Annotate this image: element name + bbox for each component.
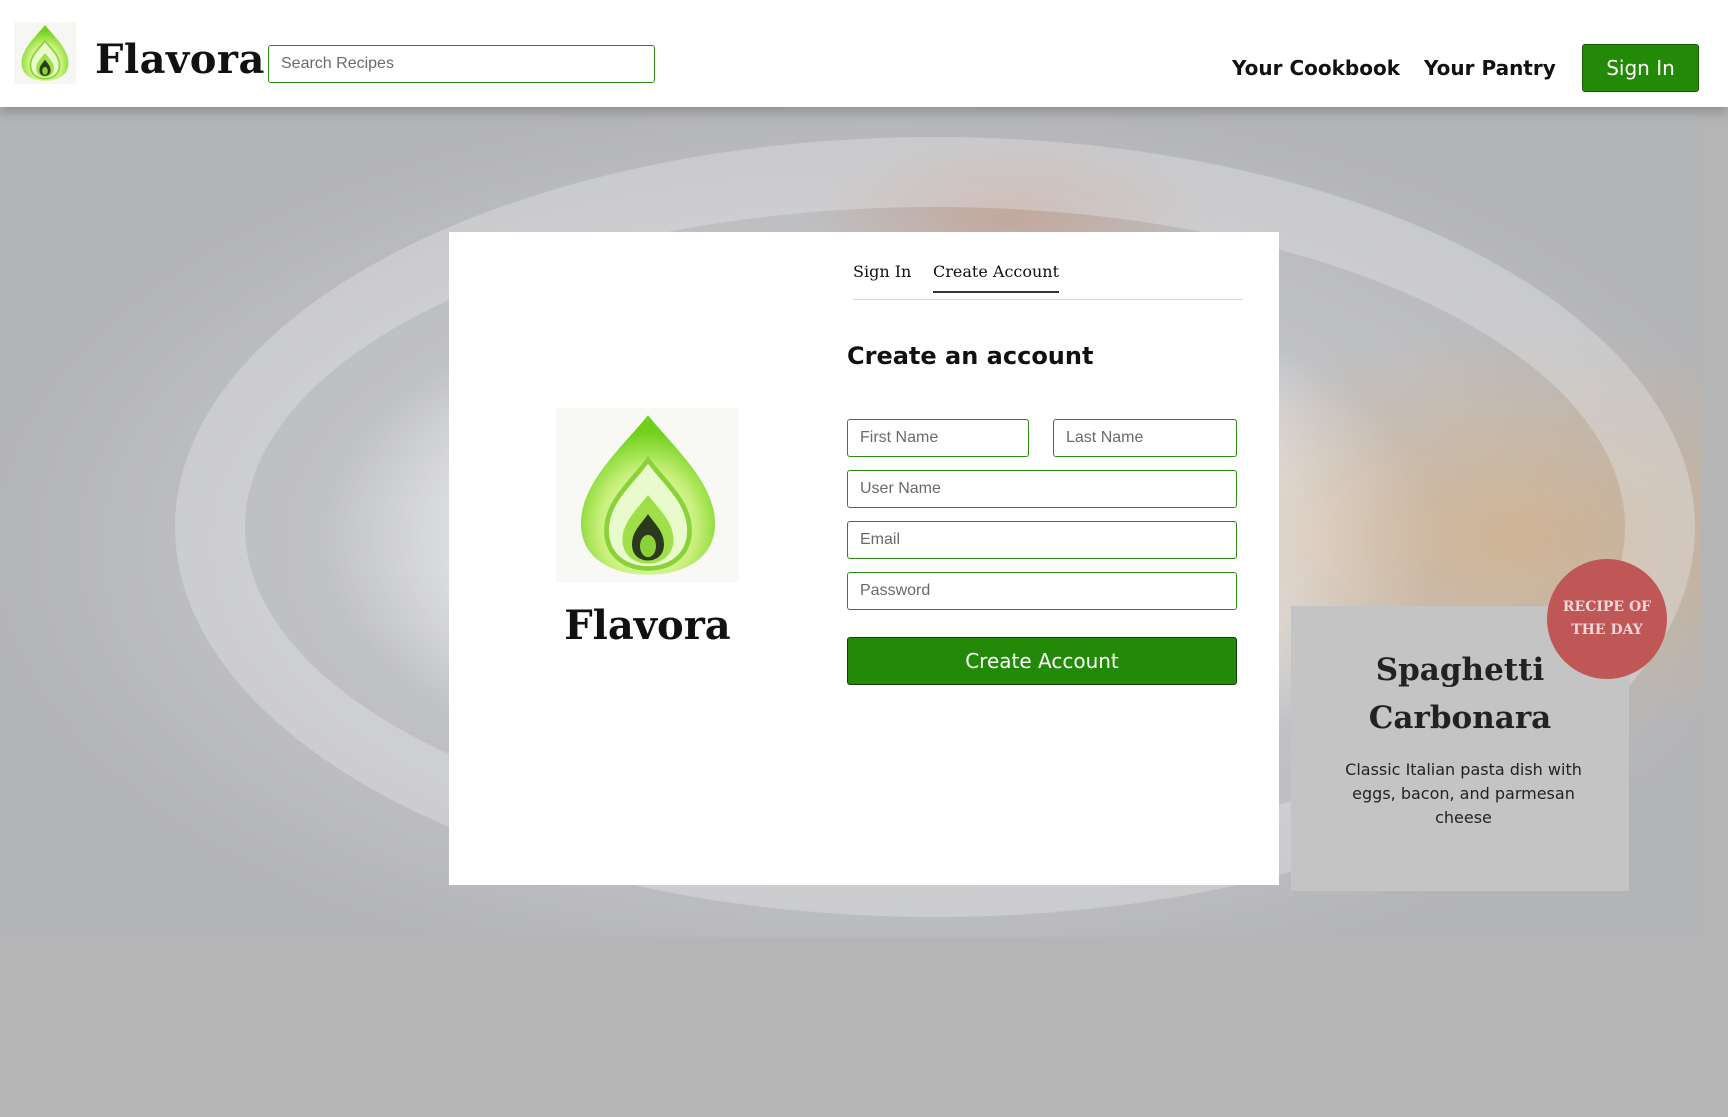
- flavora-logo-icon: [556, 408, 739, 582]
- tab-create-account[interactable]: Create Account: [933, 262, 1060, 293]
- search-input[interactable]: [268, 45, 655, 83]
- user-name-field[interactable]: [847, 470, 1237, 508]
- nav-link-pantry[interactable]: Your Pantry: [1424, 56, 1556, 80]
- header-sign-in-button[interactable]: Sign In: [1582, 44, 1699, 92]
- last-name-field[interactable]: [1053, 419, 1237, 457]
- recipe-of-day-badge: RECIPE OF THE DAY: [1547, 559, 1667, 679]
- nav-link-cookbook[interactable]: Your Cookbook: [1232, 56, 1400, 80]
- email-field[interactable]: [847, 521, 1237, 559]
- password-field[interactable]: [847, 572, 1237, 610]
- auth-tabs: Sign In Create Account: [853, 262, 1242, 300]
- form-heading: Create an account: [847, 342, 1094, 370]
- modal-brand-name: Flavora: [564, 602, 731, 649]
- recipe-description: Classic Italian pasta dish with eggs, ba…: [1345, 760, 1582, 827]
- create-account-button[interactable]: Create Account: [847, 637, 1237, 685]
- top-navbar: Flavora Your Cookbook Your Pantry Sign I…: [0, 0, 1728, 107]
- flavora-logo-icon[interactable]: [14, 22, 76, 84]
- tab-sign-in[interactable]: Sign In: [853, 262, 911, 291]
- auth-modal: Flavora Sign In Create Account Create an…: [449, 232, 1279, 885]
- brand-name[interactable]: Flavora: [95, 36, 265, 83]
- first-name-field[interactable]: [847, 419, 1029, 457]
